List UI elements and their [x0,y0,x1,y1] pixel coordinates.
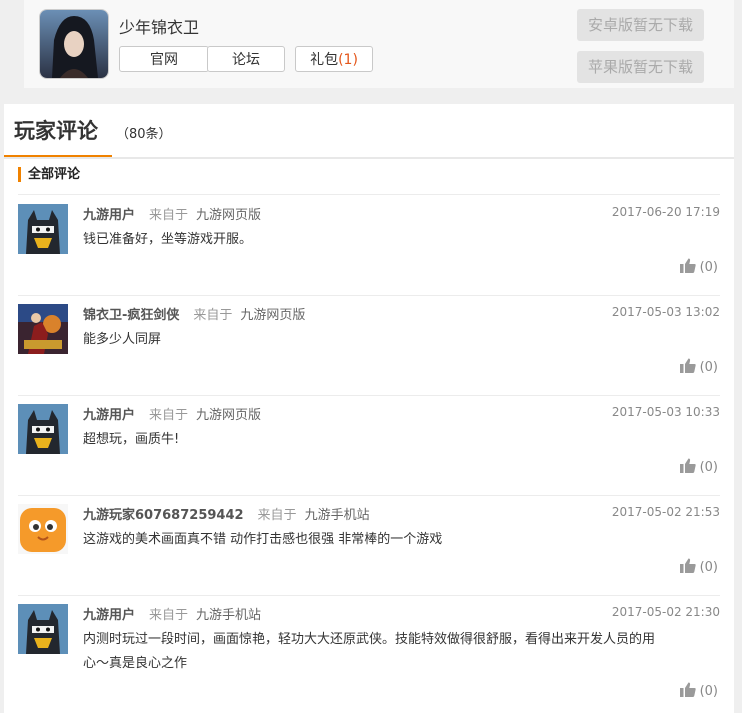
like-button[interactable]: (0) [679,682,718,699]
comment-item: 九游用户 来自于 九游网页版 2017-05-03 10:33 超想玩，画质牛! (… [18,395,720,496]
thumbs-up-icon [679,458,696,473]
game-art-avatar-icon [18,304,68,354]
android-download-button[interactable]: 安卓版暂无下载 [577,9,704,41]
ninja-avatar-icon [18,204,68,254]
from-label: 来自于 [149,608,189,623]
thumbs-up-icon [679,558,696,573]
gift-pack-label: 礼包 [310,52,339,68]
game-name: 少年锦衣卫 [119,18,200,37]
from-label: 来自于 [257,508,297,523]
comment-item: 九游用户 来自于 九游手机站 2017-05-02 21:30 内测时玩过一段时间，… [18,595,720,713]
from-label: 来自于 [193,308,233,323]
like-button[interactable]: (0) [679,258,718,275]
comment-time: 2017-05-03 10:33 [611,405,720,419]
comment-text: 这游戏的美术画面真不错 动作打击感也很强 非常棒的一个游戏 [83,532,443,547]
forum-label: 论坛 [232,52,260,68]
like-count: (0) [699,684,718,699]
comment-time: 2017-05-02 21:30 [611,605,720,619]
user-avatar[interactable] [18,404,68,454]
like-count: (0) [699,360,718,375]
title-underline [4,155,112,157]
ninja-avatar-icon [18,604,68,654]
like-button[interactable]: (0) [679,558,718,575]
thumbs-up-icon [679,358,696,373]
user-avatar[interactable] [18,504,68,554]
comment-item: 锦衣卫-疯狂剑侠 来自于 九游网页版 2017-05-03 13:02 能多少人同屏… [18,295,720,396]
like-button[interactable]: (0) [679,458,718,475]
forum-button[interactable]: 论坛 [207,46,285,72]
like-button[interactable]: (0) [679,358,718,375]
user-avatar[interactable] [18,304,68,354]
comment-text: 超想玩，画质牛! [83,432,180,447]
comment-time: 2017-06-20 17:19 [611,205,720,219]
like-count: (0) [699,560,718,575]
comment-text: 内测时玩过一段时间，画面惊艳，轻功大大还原武侠。技能特效做得很舒服，看得出来开发… [83,632,656,671]
game-cover-image[interactable] [39,9,109,79]
comment-source: 九游手机站 [196,608,262,623]
comment-time: 2017-05-03 13:02 [611,305,720,319]
comment-username[interactable]: 九游用户 [83,408,135,423]
comment-item: 九游玩家607687259442 来自于 九游手机站 2017-05-02 21:5… [18,495,720,596]
ninja-avatar-icon [18,404,68,454]
comment-username[interactable]: 九游玩家607687259442 [83,508,244,523]
comments-title: 玩家评论 [14,119,98,143]
ios-download-button[interactable]: 苹果版暂无下载 [577,51,704,83]
user-avatar[interactable] [18,204,68,254]
comment-username[interactable]: 九游用户 [83,208,135,223]
comments-header: 玩家评论 （80条） [4,104,734,159]
from-label: 来自于 [149,408,189,423]
comment-time: 2017-05-02 21:53 [611,505,720,519]
thumbs-up-icon [679,258,696,273]
comment-source: 九游网页版 [196,208,262,223]
like-count: (0) [699,460,718,475]
gift-pack-button[interactable]: 礼包(1) [295,46,373,72]
comment-item: 九游用户 来自于 九游网页版 2017-06-20 17:19 钱已准备好，坐等游戏… [18,195,720,296]
gift-pack-count: (1) [338,52,358,68]
like-count: (0) [699,260,718,275]
comment-source: 九游手机站 [304,508,370,523]
user-avatar[interactable] [18,604,68,654]
all-comments-tab[interactable]: 全部评论 [18,167,80,182]
comment-source: 九游网页版 [196,408,262,423]
official-site-label: 官网 [150,52,178,68]
official-site-button[interactable]: 官网 [119,46,209,72]
comments-count: （80条） [116,127,172,142]
comment-username[interactable]: 九游用户 [83,608,135,623]
game-card: 少年锦衣卫 官网 论坛 礼包(1) 安卓版暂无下载 苹果版暂无下载 [24,0,734,88]
comment-username[interactable]: 锦衣卫-疯狂剑侠 [83,308,179,323]
thumbs-up-icon [679,682,696,697]
orange-face-avatar-icon [18,504,68,554]
comment-text: 能多少人同屏 [83,332,162,347]
from-label: 来自于 [149,208,189,223]
comments-panel: 玩家评论 （80条） 全部评论 九游用户 来自于 九游网页版 2017-06-20 … [4,104,734,713]
comment-text: 钱已准备好，坐等游戏开服。 [83,232,253,247]
comment-source: 九游网页版 [240,308,306,323]
